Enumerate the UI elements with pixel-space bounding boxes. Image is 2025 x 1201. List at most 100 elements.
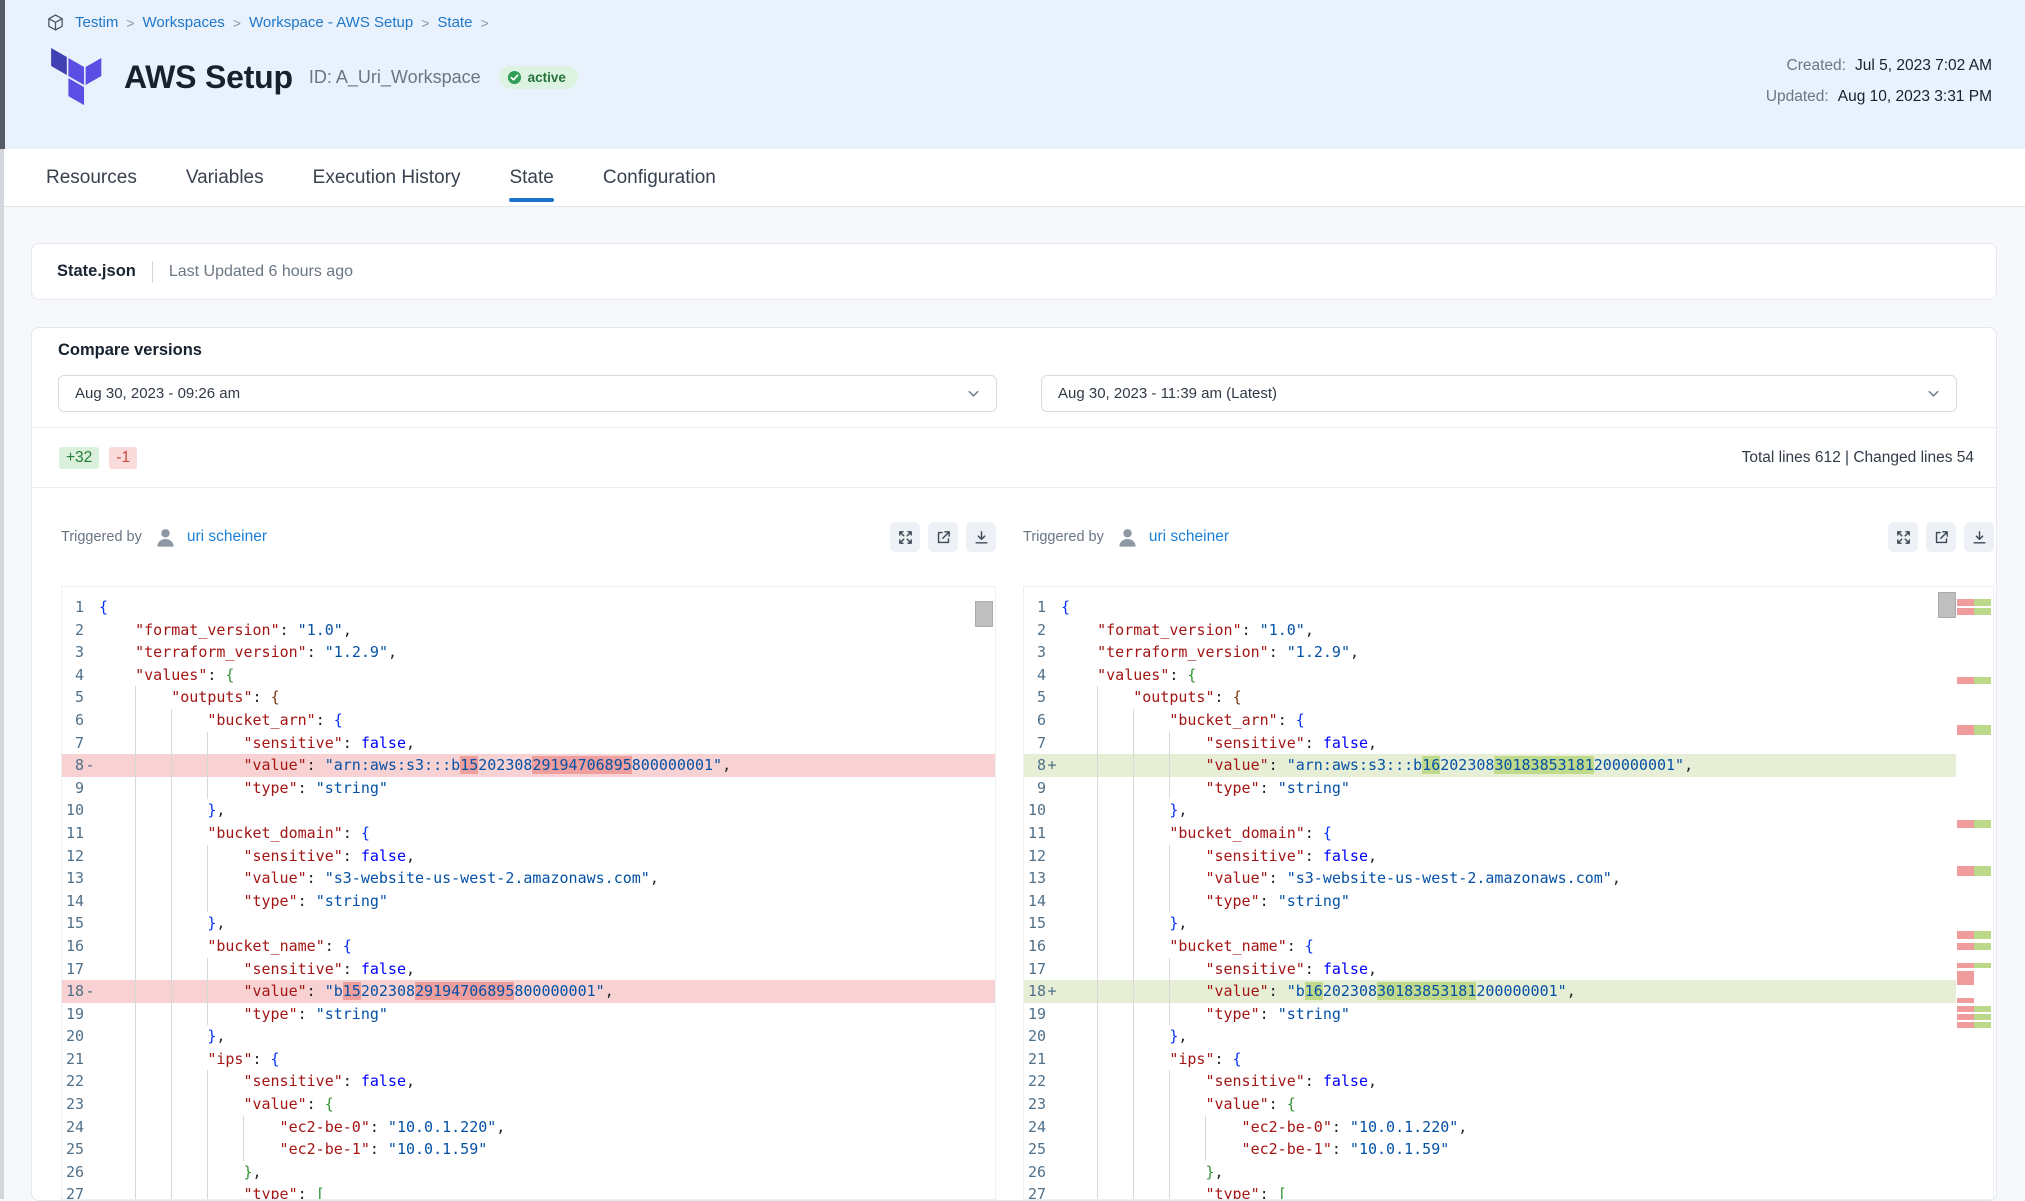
version-select-left[interactable]: Aug 30, 2023 - 09:26 am xyxy=(58,375,997,412)
tab-variables[interactable]: Variables xyxy=(186,149,264,206)
line-number: 23 xyxy=(1024,1093,1046,1116)
user-avatar-icon xyxy=(1116,526,1139,549)
code-line: 27"type": [ xyxy=(1024,1183,1956,1200)
ruler-change-mark xyxy=(1957,971,1974,985)
external-link-icon xyxy=(935,529,952,546)
diff-marker xyxy=(84,958,96,981)
line-number: 27 xyxy=(1024,1183,1046,1200)
code-line: 13"value": "s3-website-us-west-2.amazona… xyxy=(62,867,995,890)
line-number: 7 xyxy=(62,732,84,755)
ruler-change-mark xyxy=(1957,931,1991,939)
line-number: 23 xyxy=(62,1093,84,1116)
workspace-id: ID: A_Uri_Workspace xyxy=(309,67,481,88)
diff-editor-original: 1{2"format_version": "1.0",3"terraform_v… xyxy=(61,586,996,1200)
tab-bar: Resources Variables Execution History State… xyxy=(0,149,2025,207)
code-line: 11"bucket_domain": { xyxy=(1024,822,1956,845)
line-number: 2 xyxy=(1024,619,1046,642)
line-number: 17 xyxy=(62,958,84,981)
diff-stats-bar: +32 -1 Total lines 612 | Changed lines 5… xyxy=(32,428,1996,487)
diff-marker xyxy=(1046,732,1058,755)
code-line: 21"ips": { xyxy=(62,1048,995,1071)
code-line: 22"sensitive": false, xyxy=(62,1070,995,1093)
diff-marker xyxy=(1046,1116,1058,1139)
tab-state[interactable]: State xyxy=(509,149,553,206)
download-button[interactable] xyxy=(1964,522,1994,552)
tab-configuration[interactable]: Configuration xyxy=(603,149,716,206)
code-line: 16"bucket_name": { xyxy=(1024,935,1956,958)
diff-marker xyxy=(84,1003,96,1026)
page-title: AWS Setup xyxy=(124,59,293,96)
line-number: 5 xyxy=(62,686,84,709)
diff-marker xyxy=(1046,1161,1058,1184)
ruler-change-mark xyxy=(1957,1006,1991,1012)
version-select-right[interactable]: Aug 30, 2023 - 11:39 am (Latest) xyxy=(1041,375,1957,412)
ruler-change-mark xyxy=(1957,943,1991,950)
breadcrumb-separator: > xyxy=(480,15,488,31)
diff-marker: + xyxy=(1046,980,1058,1003)
diff-overview-ruler xyxy=(1957,587,1993,1199)
line-number: 19 xyxy=(1024,1003,1046,1026)
code-line: 14"type": "string" xyxy=(1024,890,1956,913)
line-number: 12 xyxy=(1024,845,1046,868)
diff-marker xyxy=(1046,1070,1058,1093)
diff-marker xyxy=(1046,845,1058,868)
scrollbar-handle[interactable] xyxy=(975,601,993,627)
code-line: 2"format_version": "1.0", xyxy=(62,619,995,642)
diff-marker xyxy=(84,822,96,845)
code-line: 17"sensitive": false, xyxy=(62,958,995,981)
tab-resources[interactable]: Resources xyxy=(46,149,137,206)
breadcrumb-separator: > xyxy=(126,15,134,31)
triggered-by-user-link[interactable]: uri scheiner xyxy=(187,528,267,546)
diff-marker xyxy=(84,1025,96,1048)
code-line: 20}, xyxy=(1024,1025,1956,1048)
download-icon xyxy=(1971,529,1988,546)
code-line: 16"bucket_name": { xyxy=(62,935,995,958)
open-external-button[interactable] xyxy=(928,522,958,552)
tab-execution-history[interactable]: Execution History xyxy=(313,149,461,206)
window-edge xyxy=(0,149,4,1199)
line-number: 16 xyxy=(62,935,84,958)
line-number: 25 xyxy=(1024,1138,1046,1161)
code-line: 5"outputs": { xyxy=(62,686,995,709)
line-number: 21 xyxy=(1024,1048,1046,1071)
state-file-name: State.json xyxy=(57,262,136,281)
line-number: 18 xyxy=(62,980,84,1003)
last-updated-text: Last Updated 6 hours ago xyxy=(169,263,353,281)
line-number: 5 xyxy=(1024,686,1046,709)
line-number: 8 xyxy=(62,754,84,777)
open-external-button[interactable] xyxy=(1926,522,1956,552)
diff-marker xyxy=(84,641,96,664)
breadcrumb-link[interactable]: Testim xyxy=(75,14,118,31)
scrollbar-handle[interactable] xyxy=(1938,592,1956,618)
breadcrumb-link[interactable]: Workspace - AWS Setup xyxy=(249,14,413,31)
diff-marker xyxy=(1046,619,1058,642)
expand-icon xyxy=(897,529,914,546)
code-line: 22"sensitive": false, xyxy=(1024,1070,1956,1093)
line-number: 26 xyxy=(1024,1161,1046,1184)
additions-badge: +32 xyxy=(59,447,99,469)
line-number: 6 xyxy=(62,709,84,732)
triggered-by-user-link[interactable]: uri scheiner xyxy=(1149,528,1229,546)
download-button[interactable] xyxy=(966,522,996,552)
diff-marker xyxy=(1046,1025,1058,1048)
diff-marker xyxy=(84,1116,96,1139)
breadcrumb-link[interactable]: Workspaces xyxy=(143,14,225,31)
line-number: 18 xyxy=(1024,980,1046,1003)
diff-marker xyxy=(1046,1093,1058,1116)
expand-button[interactable] xyxy=(890,522,920,552)
diff-marker xyxy=(1046,799,1058,822)
code-line: 2"format_version": "1.0", xyxy=(1024,619,1956,642)
code-line: 14"type": "string" xyxy=(62,890,995,913)
code-line: 26}, xyxy=(1024,1161,1956,1184)
diff-marker xyxy=(84,1138,96,1161)
expand-button[interactable] xyxy=(1888,522,1918,552)
diff-marker xyxy=(1046,686,1058,709)
line-number: 2 xyxy=(62,619,84,642)
line-number: 20 xyxy=(1024,1025,1046,1048)
code-line: 23"value": { xyxy=(1024,1093,1956,1116)
code-line: 27"type": [ xyxy=(62,1183,995,1200)
line-number: 22 xyxy=(62,1070,84,1093)
diff-marker xyxy=(84,709,96,732)
diff-marker xyxy=(84,912,96,935)
breadcrumb-link[interactable]: State xyxy=(437,14,472,31)
